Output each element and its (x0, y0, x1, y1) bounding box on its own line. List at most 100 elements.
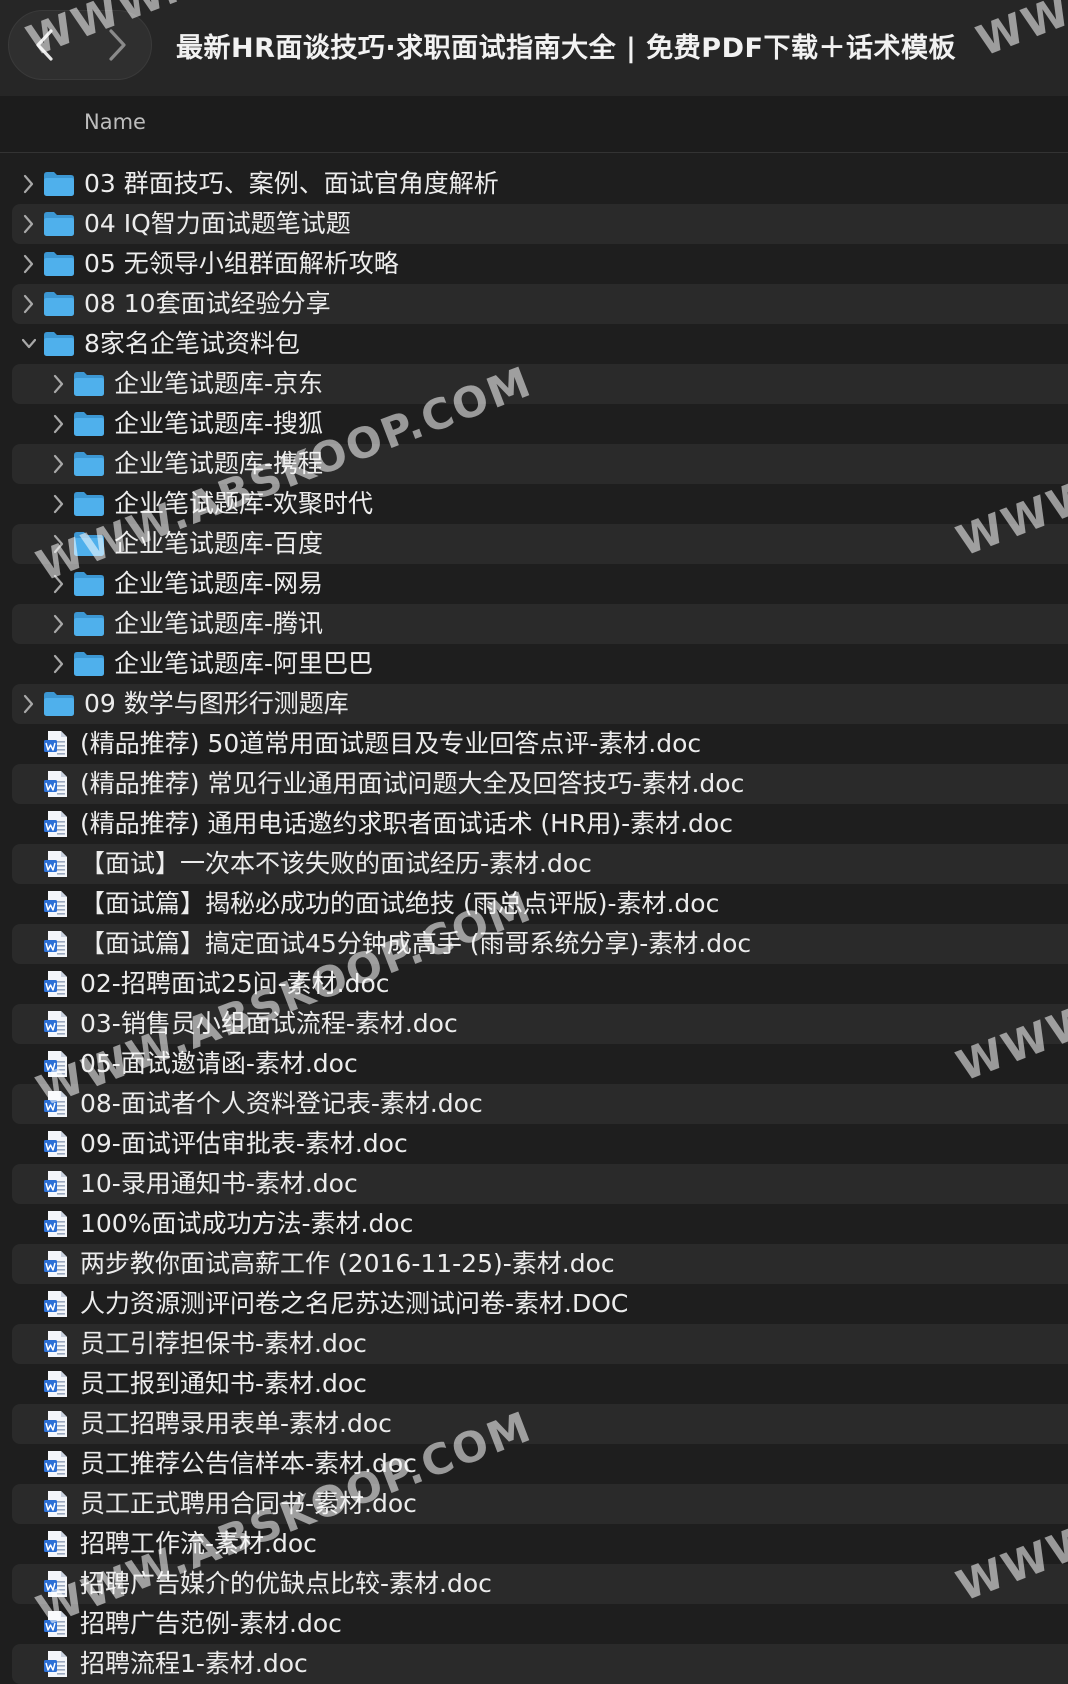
word-document-icon (44, 1611, 67, 1637)
folder-icon (74, 612, 104, 636)
file-row[interactable]: 招聘广告媒介的优缺点比较-素材.doc (0, 1564, 1068, 1604)
folder-icon (74, 652, 104, 676)
folder-icon (74, 492, 104, 516)
item-label: 企业笔试题库-百度 (114, 529, 324, 558)
folder-row[interactable]: 04 IQ智力面试题笔试题 (0, 204, 1068, 244)
file-row[interactable]: 员工推荐公告信样本-素材.doc (0, 1444, 1068, 1484)
word-document-icon (44, 1051, 67, 1077)
folder-row[interactable]: 8家名企笔试资料包 (0, 324, 1068, 364)
word-document-icon (44, 771, 67, 797)
item-label: 两步教你面试高薪工作 (2016-11-25)-素材.doc (80, 1249, 615, 1278)
folder-row[interactable]: 企业笔试题库-携程 (0, 444, 1068, 484)
word-document-icon (44, 811, 67, 837)
item-label: 招聘广告范例-素材.doc (80, 1609, 342, 1638)
chevron-right-icon[interactable] (52, 453, 66, 475)
file-row[interactable]: 05-面试邀请函-素材.doc (0, 1044, 1068, 1084)
folder-row[interactable]: 企业笔试题库-网易 (0, 564, 1068, 604)
item-label: 【面试篇】搞定面试45分钟成高手 (雨哥系统分享)-素材.doc (80, 929, 752, 958)
folder-icon (44, 172, 74, 196)
item-label: (精品推荐) 常见行业通用面试问题大全及回答技巧-素材.doc (80, 769, 745, 798)
file-row[interactable]: 招聘广告范例-素材.doc (0, 1604, 1068, 1644)
chevron-left-icon (36, 29, 53, 61)
chevron-right-icon[interactable] (52, 613, 66, 635)
file-row[interactable]: 招聘流程1-素材.doc (0, 1644, 1068, 1684)
word-document-icon (44, 1531, 67, 1557)
folder-icon (74, 372, 104, 396)
chevron-right-icon[interactable] (52, 413, 66, 435)
folder-icon (44, 252, 74, 276)
chevron-right-icon[interactable] (22, 253, 36, 275)
word-document-icon (44, 1211, 67, 1237)
word-document-icon (44, 1331, 67, 1357)
item-label: 员工引荐担保书-素材.doc (80, 1329, 367, 1358)
item-label: 02-招聘面试25问-素材.doc (80, 969, 390, 998)
chevron-right-icon[interactable] (22, 293, 36, 315)
folder-row[interactable]: 企业笔试题库-搜狐 (0, 404, 1068, 444)
folder-row[interactable]: 企业笔试题库-阿里巴巴 (0, 644, 1068, 684)
item-label: 招聘广告媒介的优缺点比较-素材.doc (80, 1569, 492, 1598)
item-label: 企业笔试题库-网易 (114, 569, 324, 598)
file-row[interactable]: 两步教你面试高薪工作 (2016-11-25)-素材.doc (0, 1244, 1068, 1284)
file-row[interactable]: 招聘工作流-素材.doc (0, 1524, 1068, 1564)
file-row[interactable]: 员工正式聘用合同书-素材.doc (0, 1484, 1068, 1524)
file-row[interactable]: 10-录用通知书-素材.doc (0, 1164, 1068, 1204)
folder-row[interactable]: 03 群面技巧、案例、面试官角度解析 (0, 164, 1068, 204)
file-row[interactable]: (精品推荐) 50道常用面试题目及专业回答点评-素材.doc (0, 724, 1068, 764)
chevron-right-icon[interactable] (22, 173, 36, 195)
item-label: 08-面试者个人资料登记表-素材.doc (80, 1089, 483, 1118)
file-row[interactable]: 【面试篇】搞定面试45分钟成高手 (雨哥系统分享)-素材.doc (0, 924, 1068, 964)
navigation-buttons (8, 10, 152, 80)
item-label: 企业笔试题库-欢聚时代 (114, 489, 374, 518)
chevron-right-icon[interactable] (52, 493, 66, 515)
folder-icon (74, 532, 104, 556)
item-label: (精品推荐) 通用电话邀约求职者面试话术 (HR用)-素材.doc (80, 809, 733, 838)
file-row[interactable]: 员工引荐担保书-素材.doc (0, 1324, 1068, 1364)
word-document-icon (44, 971, 67, 997)
window-titlebar: 最新HR面谈技巧·求职面试指南大全 | 免费PDF下载＋话术模板 (0, 0, 1068, 96)
item-label: 8家名企笔试资料包 (84, 329, 300, 358)
item-label: 100%面试成功方法-素材.doc (80, 1209, 414, 1238)
back-button[interactable] (9, 11, 81, 79)
word-document-icon (44, 731, 67, 757)
chevron-right-icon[interactable] (52, 373, 66, 395)
file-row[interactable]: (精品推荐) 常见行业通用面试问题大全及回答技巧-素材.doc (0, 764, 1068, 804)
folder-row[interactable]: 企业笔试题库-欢聚时代 (0, 484, 1068, 524)
file-row[interactable]: 09-面试评估审批表-素材.doc (0, 1124, 1068, 1164)
item-label: 09 数学与图形行测题库 (84, 689, 349, 718)
word-document-icon (44, 1251, 67, 1277)
chevron-right-icon[interactable] (52, 653, 66, 675)
file-row[interactable]: 【面试篇】揭秘必成功的面试绝技 (雨总点评版)-素材.doc (0, 884, 1068, 924)
chevron-down-icon[interactable] (22, 333, 36, 355)
item-label: 03-销售员小组面试流程-素材.doc (80, 1009, 458, 1038)
file-row[interactable]: 08-面试者个人资料登记表-素材.doc (0, 1084, 1068, 1124)
item-label: 员工报到通知书-素材.doc (80, 1369, 367, 1398)
column-header-name[interactable]: Name (84, 110, 146, 134)
file-row[interactable]: 人力资源测评问卷之名尼苏达测试问卷-素材.DOC (0, 1284, 1068, 1324)
item-label: 05-面试邀请函-素材.doc (80, 1049, 358, 1078)
folder-row[interactable]: 企业笔试题库-京东 (0, 364, 1068, 404)
chevron-right-icon[interactable] (22, 693, 36, 715)
folder-icon (44, 292, 74, 316)
chevron-right-icon[interactable] (52, 533, 66, 555)
folder-row[interactable]: 09 数学与图形行测题库 (0, 684, 1068, 724)
folder-row[interactable]: 08 10套面试经验分享 (0, 284, 1068, 324)
folder-icon (74, 412, 104, 436)
chevron-right-icon[interactable] (22, 213, 36, 235)
folder-row[interactable]: 企业笔试题库-腾讯 (0, 604, 1068, 644)
item-label: 企业笔试题库-携程 (114, 449, 324, 478)
file-row[interactable]: 03-销售员小组面试流程-素材.doc (0, 1004, 1068, 1044)
file-row[interactable]: 【面试】一次本不该失败的面试经历-素材.doc (0, 844, 1068, 884)
file-row[interactable]: 员工报到通知书-素材.doc (0, 1364, 1068, 1404)
item-label: 04 IQ智力面试题笔试题 (84, 209, 351, 238)
folder-row[interactable]: 企业笔试题库-百度 (0, 524, 1068, 564)
file-row[interactable]: 100%面试成功方法-素材.doc (0, 1204, 1068, 1244)
file-row[interactable]: 员工招聘录用表单-素材.doc (0, 1404, 1068, 1444)
word-document-icon (44, 931, 67, 957)
folder-row[interactable]: 05 无领导小组群面解析攻略 (0, 244, 1068, 284)
file-row[interactable]: (精品推荐) 通用电话邀约求职者面试话术 (HR用)-素材.doc (0, 804, 1068, 844)
file-row[interactable]: 02-招聘面试25问-素材.doc (0, 964, 1068, 1004)
chevron-right-icon[interactable] (52, 573, 66, 595)
folder-icon (74, 452, 104, 476)
item-label: (精品推荐) 50道常用面试题目及专业回答点评-素材.doc (80, 729, 702, 758)
forward-button[interactable] (81, 11, 153, 79)
